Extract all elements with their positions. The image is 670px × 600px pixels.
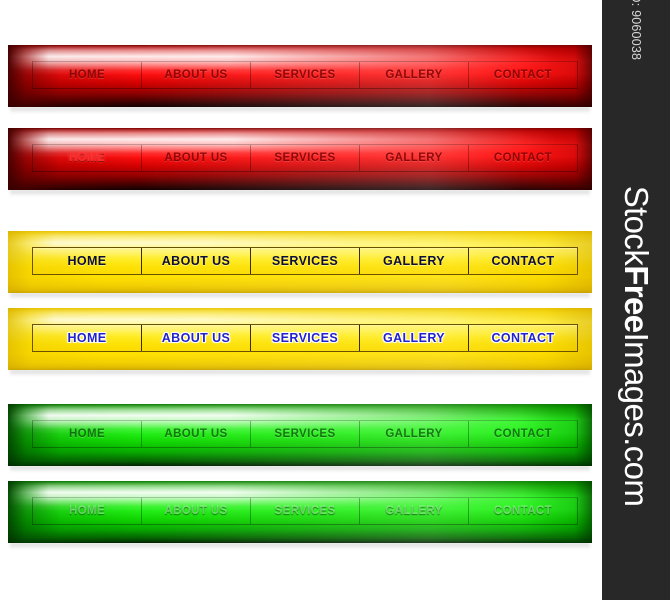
watermark-brand-prefix: Stock: [618, 185, 655, 266]
watermark-sidebar: ID: 9060038 StockFreeImages.com: [602, 0, 670, 600]
menu-item-about[interactable]: ABOUT US: [142, 62, 251, 88]
navbar-red-1[interactable]: HOME ABOUT US SERVICES GALLERY CONTACT: [8, 45, 592, 107]
menu-item-gallery[interactable]: GALLERY: [360, 498, 469, 524]
menu-item-contact[interactable]: CONTACT: [469, 248, 577, 274]
watermark-brand-bold: Free: [618, 265, 655, 333]
navbar-drop-shadow: [10, 466, 590, 472]
navbar-drop-shadow: [10, 543, 590, 549]
watermark-brand: StockFreeImages.com: [617, 186, 655, 507]
menu-row: HOME ABOUT US SERVICES GALLERY CONTACT: [32, 144, 578, 172]
watermark-image-id: ID: 9060038: [629, 0, 643, 61]
menu-item-gallery[interactable]: GALLERY: [360, 62, 469, 88]
menu-item-gallery[interactable]: GALLERY: [360, 325, 469, 351]
navigation-bars-canvas: HOME ABOUT US SERVICES GALLERY CONTACT H…: [0, 0, 602, 600]
menu-item-services[interactable]: SERVICES: [251, 421, 360, 447]
menu-item-services[interactable]: SERVICES: [251, 248, 360, 274]
menu-item-home[interactable]: HOME: [33, 62, 142, 88]
menu-row: HOME ABOUT US SERVICES GALLERY CONTACT: [32, 420, 578, 448]
menu-item-contact[interactable]: CONTACT: [469, 498, 577, 524]
menu-item-home[interactable]: HOME: [33, 248, 142, 274]
navbar-drop-shadow: [10, 293, 590, 299]
menu-row: HOME ABOUT US SERVICES GALLERY CONTACT: [32, 324, 578, 352]
menu-item-about[interactable]: ABOUT US: [142, 421, 251, 447]
navbar-yellow-1[interactable]: HOME ABOUT US SERVICES GALLERY CONTACT: [8, 231, 592, 293]
menu-item-about[interactable]: ABOUT US: [142, 325, 251, 351]
menu-item-contact[interactable]: CONTACT: [469, 145, 577, 171]
menu-item-services[interactable]: SERVICES: [251, 498, 360, 524]
menu-row: HOME ABOUT US SERVICES GALLERY CONTACT: [32, 61, 578, 89]
menu-item-home[interactable]: HOME: [33, 498, 142, 524]
menu-row: HOME ABOUT US SERVICES GALLERY CONTACT: [32, 247, 578, 275]
navbar-green-1[interactable]: HOME ABOUT US SERVICES GALLERY CONTACT: [8, 404, 592, 466]
menu-item-home[interactable]: HOME: [33, 421, 142, 447]
menu-item-contact[interactable]: CONTACT: [469, 62, 577, 88]
menu-item-about[interactable]: ABOUT US: [142, 145, 251, 171]
menu-item-gallery[interactable]: GALLERY: [360, 248, 469, 274]
navbar-drop-shadow: [10, 370, 590, 376]
menu-item-about[interactable]: ABOUT US: [142, 248, 251, 274]
menu-item-home[interactable]: HOME: [33, 145, 142, 171]
menu-item-gallery[interactable]: GALLERY: [360, 421, 469, 447]
menu-item-home[interactable]: HOME: [33, 325, 142, 351]
menu-item-contact[interactable]: CONTACT: [469, 325, 577, 351]
menu-item-services[interactable]: SERVICES: [251, 145, 360, 171]
screenshot-root: HOME ABOUT US SERVICES GALLERY CONTACT H…: [0, 0, 670, 600]
watermark-brand-suffix: Images.com: [618, 332, 655, 507]
navbar-drop-shadow: [10, 107, 590, 113]
menu-item-services[interactable]: SERVICES: [251, 325, 360, 351]
navbar-yellow-2[interactable]: HOME ABOUT US SERVICES GALLERY CONTACT: [8, 308, 592, 370]
menu-item-gallery[interactable]: GALLERY: [360, 145, 469, 171]
menu-item-contact[interactable]: CONTACT: [469, 421, 577, 447]
menu-row: HOME ABOUT US SERVICES GALLERY CONTACT: [32, 497, 578, 525]
menu-item-about[interactable]: ABOUT US: [142, 498, 251, 524]
navbar-drop-shadow: [10, 190, 590, 196]
navbar-green-2[interactable]: HOME ABOUT US SERVICES GALLERY CONTACT: [8, 481, 592, 543]
menu-item-services[interactable]: SERVICES: [251, 62, 360, 88]
navbar-red-2[interactable]: HOME ABOUT US SERVICES GALLERY CONTACT: [8, 128, 592, 190]
